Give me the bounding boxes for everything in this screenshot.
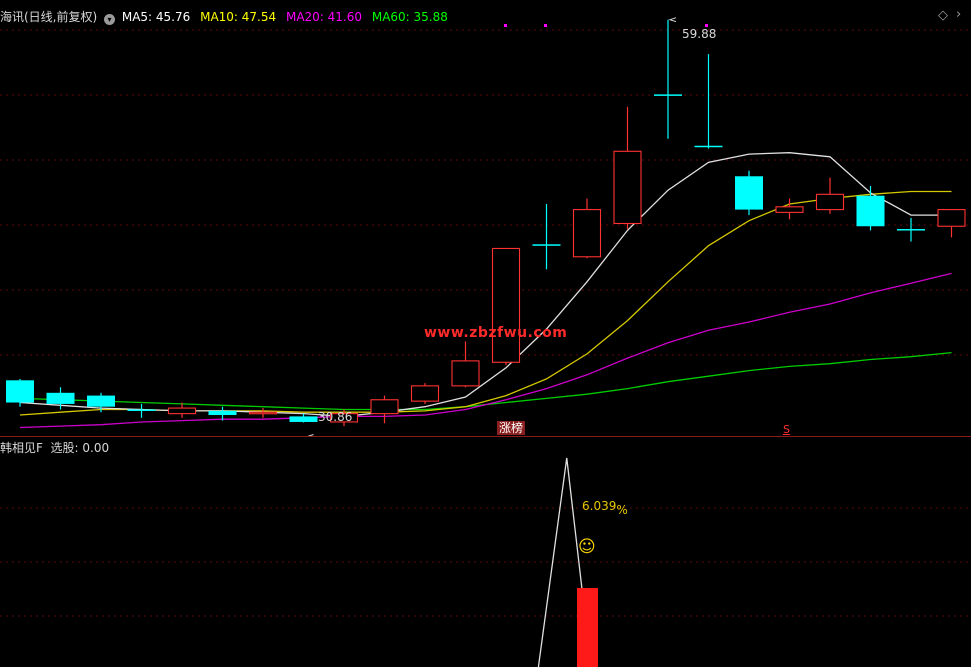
candle-body: [167, 407, 197, 415]
smiley-icon: ☺: [578, 537, 596, 557]
indicator-value: 6.039: [582, 499, 617, 513]
candle-body: [87, 395, 115, 407]
candle-body: [370, 399, 399, 415]
signal-dot: [504, 24, 507, 27]
high-marker: [668, 17, 677, 23]
candle-body: [654, 94, 682, 96]
indicator-value-label: 6.039%: [582, 499, 628, 517]
candle-body: [127, 409, 156, 411]
candle-body: [694, 145, 723, 148]
candle-body: [775, 206, 804, 213]
candle-body: [815, 193, 845, 211]
candlestick-chart: 59.88 30.86 www.zbzfwu.com 涨榜 S: [0, 0, 971, 437]
candle-body: [491, 247, 521, 363]
candle-body: [451, 360, 480, 387]
candle-body: [532, 244, 561, 246]
candle-body: [897, 229, 925, 231]
candle-body: [248, 411, 278, 415]
candle-body: [735, 176, 763, 210]
candle-body: [856, 195, 885, 227]
candle-body: [410, 385, 440, 402]
sell-signal-marker: S: [783, 423, 790, 436]
candle-body: [208, 410, 237, 416]
candle-body: [46, 392, 75, 404]
indicator-svg: [0, 457, 971, 667]
low-price-label: 30.86: [318, 410, 353, 424]
indicator-bar: [577, 588, 598, 667]
ma20-line: [19, 272, 952, 429]
watermark-text: www.zbzfwu.com: [424, 325, 568, 341]
high-price-label: 59.88: [682, 27, 717, 41]
candle-body: [572, 209, 602, 258]
candle-body: [937, 209, 966, 227]
candle-body: [289, 416, 318, 422]
indicator-panel: 韩相见F 选股: 0.00 6.039% ☺: [0, 438, 971, 667]
candlestick-svg: [0, 17, 971, 437]
panel-divider: [0, 436, 971, 437]
signal-dot: [544, 24, 547, 27]
indicator-percent: %: [616, 503, 628, 517]
candle-body: [613, 150, 642, 225]
limit-up-tag[interactable]: 涨榜: [497, 421, 526, 435]
candle-body: [6, 380, 34, 403]
ma5-line: [19, 152, 952, 418]
